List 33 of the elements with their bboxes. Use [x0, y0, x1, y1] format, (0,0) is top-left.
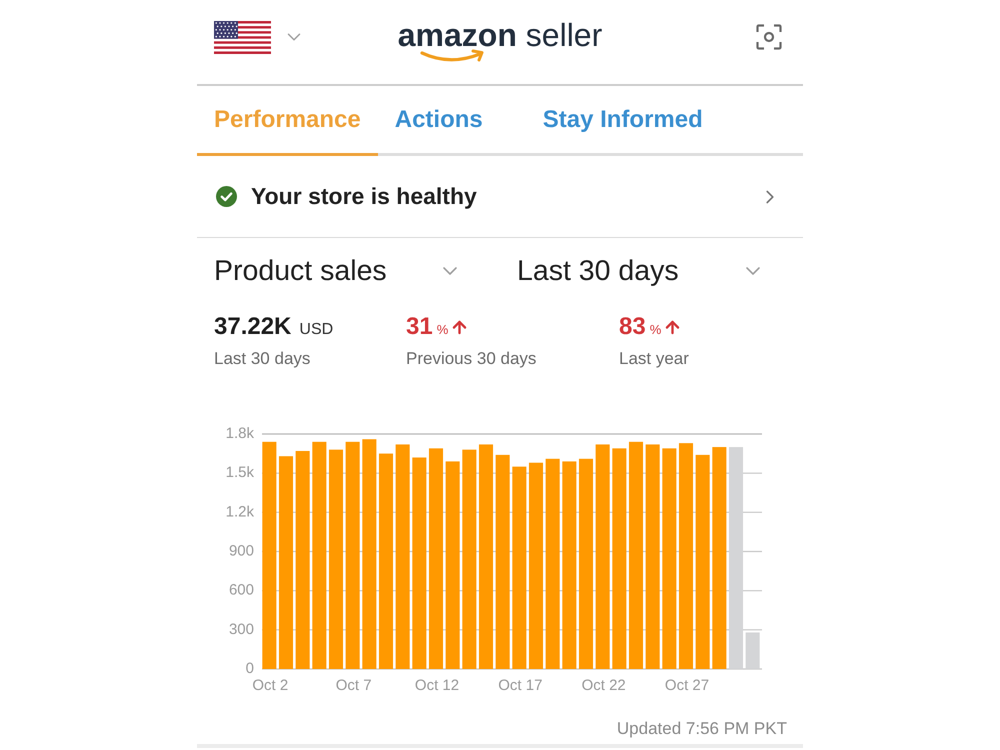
logo-text: amazon seller — [398, 17, 602, 53]
metric-label: Previous 30 days — [406, 349, 536, 369]
tab[interactable]: Stay Informed — [526, 86, 720, 156]
axis-label: Oct 22 — [582, 676, 626, 694]
metric-value: 37.22K — [214, 313, 292, 341]
metric-unit: % — [650, 321, 662, 339]
metric-unit: % — [436, 321, 448, 339]
axis-label: 900 — [228, 542, 254, 560]
metric-value: 83 — [619, 313, 646, 341]
axis-label: 600 — [228, 582, 254, 599]
axis-label: Oct 7 — [336, 676, 372, 694]
axis-label: 0 — [246, 660, 254, 677]
health-status-text: Your store is healthy — [251, 182, 477, 212]
scan-icon[interactable] — [756, 24, 782, 50]
axis-label: Oct 12 — [414, 676, 460, 694]
metric-dropdown[interactable]: Last 30 days — [500, 250, 803, 292]
axis-label: 1.2k — [226, 503, 254, 520]
axis-label: 1.8k — [226, 424, 254, 442]
metric-label: Last 30 days — [214, 349, 310, 369]
axis-label: Oct 17 — [498, 676, 542, 694]
updated-timestamp: Updated 7:56 PM PKT — [616, 718, 787, 740]
metric-unit: USD — [299, 320, 334, 340]
axis-label: 1.5k — [226, 464, 254, 482]
axis-label: Oct 2 — [252, 676, 288, 694]
metric-value: 31 — [406, 313, 433, 341]
axis-label: Oct 27 — [664, 676, 710, 694]
chart-bar — [746, 632, 760, 669]
tab[interactable]: Performance — [197, 86, 378, 156]
metric-label: Last year — [619, 349, 689, 369]
flag-icon — [214, 20, 271, 54]
axis-label: 300 — [228, 620, 254, 638]
metric-dropdown[interactable]: Product sales — [197, 250, 500, 292]
tab[interactable]: Actions — [378, 86, 526, 156]
